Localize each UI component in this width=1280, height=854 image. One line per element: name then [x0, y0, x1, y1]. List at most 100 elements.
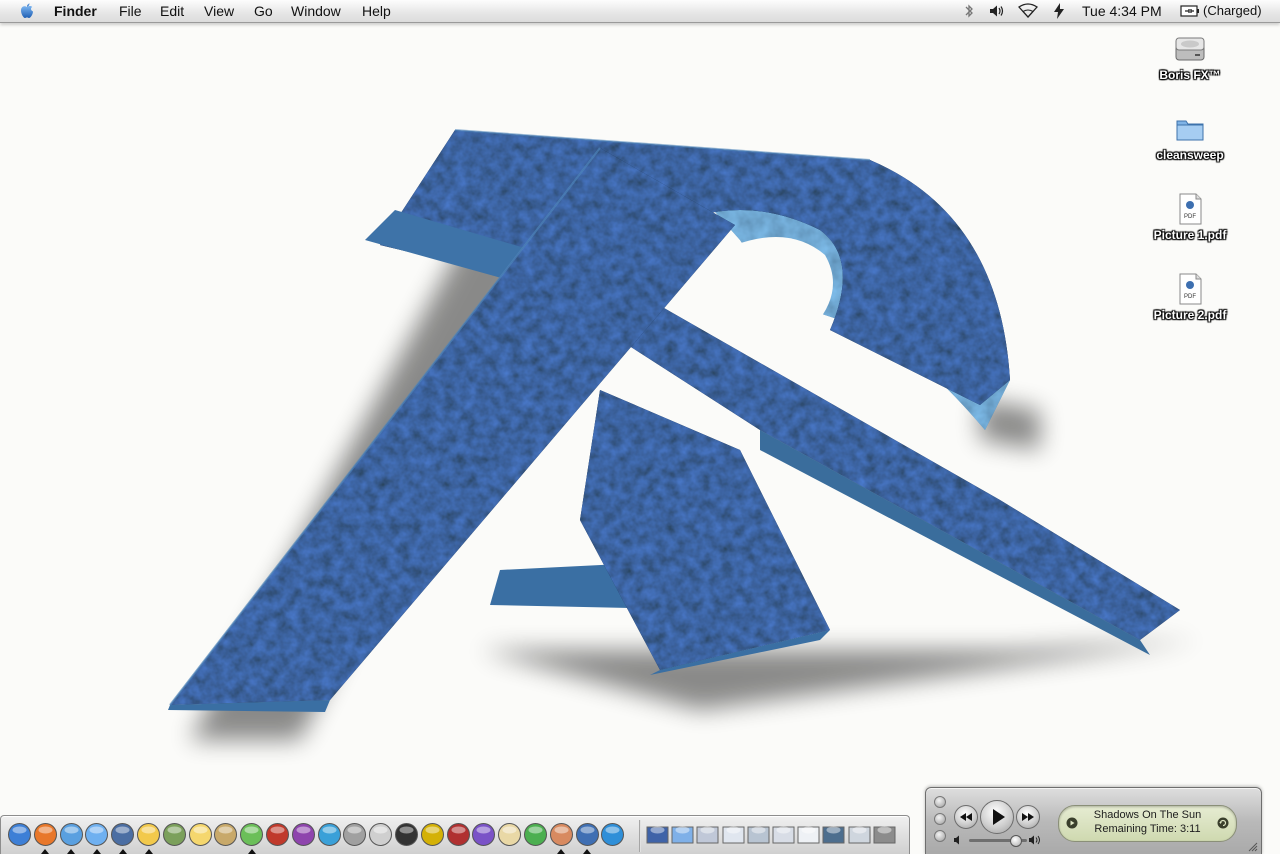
dock-item-quicktime[interactable]	[317, 822, 342, 847]
dock-item-itunes-music[interactable]	[575, 822, 600, 847]
ichat-icon	[85, 823, 109, 846]
desktop-icon-boris-fx[interactable]: Boris FX™	[1135, 32, 1245, 84]
itunes-music-icon	[575, 823, 599, 846]
desktop-icon-cleansweep[interactable]: cleansweep	[1135, 112, 1245, 164]
dock-item-window-2[interactable]	[670, 822, 695, 847]
dock-item-mail[interactable]	[136, 822, 161, 847]
menu-bar: Finder File Edit View Go Window Help Tue…	[0, 0, 1280, 23]
dock-running-indicator	[67, 849, 76, 854]
dock-item-system-preferences[interactable]	[342, 822, 367, 847]
volume-high-icon	[1029, 835, 1040, 845]
itunes-icon	[240, 823, 264, 846]
dock-item-itunes[interactable]	[239, 822, 264, 847]
dock-item-ipod[interactable]	[368, 822, 393, 847]
mail-stamp-icon	[111, 823, 135, 846]
dock-item-window-9[interactable]	[847, 822, 872, 847]
firefox-icon	[33, 823, 57, 846]
fast-forward-icon	[1022, 813, 1034, 821]
dock-item-packages[interactable]	[291, 822, 316, 847]
window-zoom-button[interactable]	[934, 830, 946, 842]
dock-item-preview[interactable]	[162, 822, 187, 847]
menu-finder[interactable]: Finder	[54, 0, 97, 22]
menu-file[interactable]: File	[119, 0, 142, 22]
pen-editor-icon	[524, 823, 547, 846]
trash-icon	[873, 826, 896, 844]
pdf-file-icon: PDF	[1179, 193, 1202, 225]
now-playing-display[interactable]: Shadows On The Sun Remaining Time: 3:11	[1058, 805, 1237, 842]
dock-item-final-cut[interactable]	[420, 822, 445, 847]
desktop-icon-picture-2-pdf[interactable]: PDF Picture 2.pdf	[1135, 272, 1245, 324]
dock-item-quicktime-player[interactable]	[600, 822, 625, 847]
desktop-icon-label: Picture 2.pdf	[1153, 308, 1227, 322]
desktop-icon-label: cleansweep	[1156, 148, 1224, 162]
menubar-clock[interactable]: Tue 4:34 PM	[1082, 0, 1162, 22]
stickies-icon	[188, 823, 212, 846]
safari-icon	[59, 823, 83, 846]
desktop-icon-label: Boris FX™	[1159, 68, 1221, 82]
apple-menu-icon[interactable]	[17, 2, 37, 20]
next-track-button[interactable]	[1016, 805, 1040, 829]
menu-help[interactable]: Help	[362, 0, 391, 22]
dock-item-window-3[interactable]	[695, 822, 720, 847]
wifi-icon[interactable]	[1017, 2, 1039, 20]
window-minimize-button[interactable]	[934, 813, 946, 825]
desktop-icon-picture-1-pdf[interactable]: PDF Picture 1.pdf	[1135, 192, 1245, 244]
resize-grip-icon[interactable]	[1246, 840, 1258, 852]
dock-item-window-6[interactable]	[771, 822, 796, 847]
menu-window[interactable]: Window	[291, 0, 341, 22]
photo-booth-icon	[549, 823, 573, 846]
menu-view[interactable]: View	[204, 0, 234, 22]
window-close-button[interactable]	[934, 796, 946, 808]
play-button[interactable]	[980, 800, 1014, 834]
dock-item-address-book[interactable]	[213, 822, 238, 847]
battery-icon[interactable]	[1180, 4, 1200, 18]
folder-icon	[1176, 120, 1204, 141]
dock-item-window-1[interactable]	[645, 822, 670, 847]
volume-icon[interactable]	[988, 2, 1006, 20]
dock-item-clapper[interactable]	[394, 822, 419, 847]
window-1-icon	[646, 826, 669, 844]
dock	[0, 815, 910, 854]
dock-item-window-4[interactable]	[721, 822, 746, 847]
film-strip-icon	[446, 823, 470, 846]
dock-running-indicator	[41, 849, 50, 854]
snapback-icon[interactable]	[1217, 817, 1229, 829]
dock-running-indicator	[118, 849, 127, 854]
bluetooth-icon[interactable]	[960, 2, 978, 20]
dock-item-window-8[interactable]	[821, 822, 846, 847]
dock-item-disk-burner[interactable]	[265, 822, 290, 847]
window-3-icon	[696, 826, 719, 844]
dock-item-firefox[interactable]	[33, 822, 58, 847]
window-9-icon	[848, 826, 871, 844]
dock-item-finder[interactable]	[7, 822, 32, 847]
track-title: Shadows On The Sun	[1093, 809, 1202, 821]
dock-item-x11[interactable]	[471, 822, 496, 847]
dock-item-safari[interactable]	[59, 822, 84, 847]
window-4-icon	[722, 826, 745, 844]
menu-edit[interactable]: Edit	[160, 0, 184, 22]
sync-icon[interactable]	[1050, 2, 1068, 20]
dock-item-textedit[interactable]	[497, 822, 522, 847]
hard-drive-icon	[1175, 37, 1205, 61]
battery-status-text[interactable]: (Charged)	[1203, 0, 1262, 22]
menu-go[interactable]: Go	[254, 0, 273, 22]
dock-item-window-7[interactable]	[796, 822, 821, 847]
dock-item-stickies[interactable]	[188, 822, 213, 847]
dock-item-pen-editor[interactable]	[523, 822, 548, 847]
ipod-icon	[369, 823, 393, 846]
quicktime-player-icon	[601, 823, 625, 846]
dock-item-film-strip[interactable]	[446, 822, 471, 847]
dock-item-ichat[interactable]	[84, 822, 109, 847]
finder-icon	[8, 823, 31, 846]
volume-slider[interactable]	[969, 835, 1027, 847]
previous-track-button[interactable]	[954, 805, 978, 829]
dock-item-photo-booth[interactable]	[549, 822, 574, 847]
volume-slider-knob[interactable]	[1010, 835, 1023, 847]
display-toggle-icon[interactable]	[1066, 817, 1078, 829]
dock-item-trash[interactable]	[872, 822, 897, 847]
window-8-icon	[822, 826, 845, 844]
dock-item-window-5[interactable]	[746, 822, 771, 847]
itunes-mini-player: Shadows On The Sun Remaining Time: 3:11	[925, 787, 1262, 854]
dock-item-mail-stamp[interactable]	[110, 822, 135, 847]
svg-text:PDF: PDF	[1184, 214, 1196, 220]
